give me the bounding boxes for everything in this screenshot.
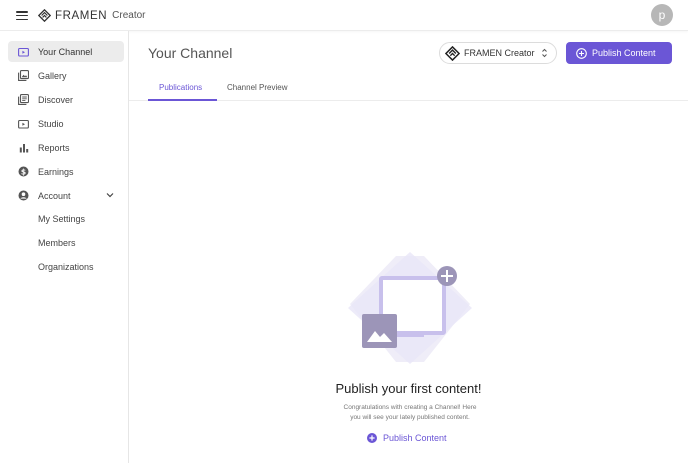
user-circle-icon (18, 190, 29, 201)
chevron-down-icon[interactable] (106, 191, 114, 199)
sidebar-item-label: Discover (38, 94, 74, 105)
sidebar-subitem-members[interactable]: Members (38, 238, 76, 248)
sidebar: Your Channel Gallery Discover Studio Rep… (0, 31, 129, 463)
sidebar-item-label: Gallery (38, 70, 67, 81)
channel-selector[interactable]: FRAMEN Creator (439, 42, 557, 64)
sidebar-item-discover[interactable]: Discover (8, 89, 124, 110)
channel-icon (18, 46, 29, 57)
publish-content-button[interactable]: Publish Content (566, 42, 672, 64)
discover-icon (18, 94, 29, 105)
gallery-icon (18, 70, 29, 81)
sidebar-item-label: Account (38, 190, 71, 201)
sidebar-item-earnings[interactable]: $ Earnings (8, 161, 124, 182)
app-logo[interactable]: FRAMEN Creator (38, 9, 146, 22)
studio-icon (18, 118, 29, 129)
sidebar-item-gallery[interactable]: Gallery (8, 65, 124, 86)
avatar[interactable]: p (651, 4, 673, 26)
sidebar-item-label: Earnings (38, 166, 74, 177)
active-tab-indicator (148, 99, 217, 101)
sidebar-item-account[interactable]: Account (8, 185, 124, 206)
sidebar-item-studio[interactable]: Studio (8, 113, 124, 134)
sidebar-item-label: Reports (38, 142, 70, 153)
empty-state-description-line: you will see your lately published conte… (350, 414, 470, 421)
empty-state-publish-link[interactable]: Publish Content (367, 433, 447, 443)
brand-name: FRAMEN (55, 9, 108, 22)
bar-chart-icon (18, 142, 29, 153)
top-bar: FRAMEN Creator p (0, 0, 688, 31)
tab-publications[interactable]: Publications (159, 83, 202, 92)
tab-channel-preview[interactable]: Channel Preview (227, 83, 287, 92)
channel-selector-label: FRAMEN Creator (464, 48, 535, 58)
empty-state-publish-label: Publish Content (383, 433, 447, 443)
updown-caret-icon (542, 48, 547, 58)
framen-logo-icon (444, 45, 460, 61)
framen-logo-icon (38, 9, 51, 22)
empty-state-title: Publish your first content! (335, 381, 482, 396)
empty-state-description: Congratulations with creating a Channel!… (335, 403, 485, 423)
product-name: Creator (112, 10, 146, 21)
publish-content-label: Publish Content (592, 48, 656, 58)
sidebar-subitem-organizations[interactable]: Organizations (38, 262, 94, 272)
plus-circle-icon (367, 433, 377, 443)
svg-text:$: $ (21, 167, 26, 176)
sidebar-item-label: Your Channel (38, 46, 93, 57)
sidebar-item-reports[interactable]: Reports (8, 137, 124, 158)
sidebar-subitem-my-settings[interactable]: My Settings (38, 214, 85, 224)
sidebar-item-your-channel[interactable]: Your Channel (8, 41, 124, 62)
empty-state-description-line: Congratulations with creating a Channel!… (343, 404, 477, 411)
sidebar-item-label: Studio (38, 118, 64, 129)
empty-state-illustration (348, 252, 472, 364)
tab-bar: Publications Channel Preview (129, 76, 688, 101)
page-title: Your Channel (148, 45, 233, 61)
menu-icon[interactable] (16, 11, 28, 21)
plus-circle-icon (576, 47, 587, 59)
dollar-icon: $ (18, 166, 29, 177)
